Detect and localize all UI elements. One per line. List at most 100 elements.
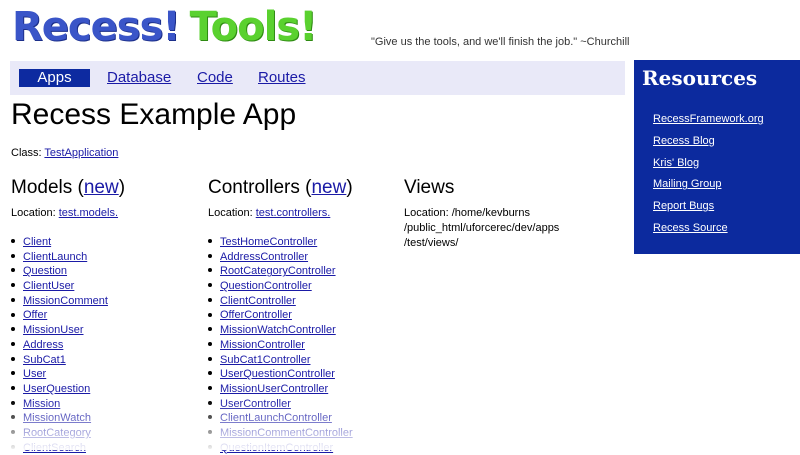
- resource-link[interactable]: Recess Blog: [653, 135, 715, 147]
- bullet-icon: [11, 268, 15, 273]
- views-location-line: Location: /home/kevburns: [404, 207, 530, 219]
- model-link[interactable]: MissionUser: [23, 324, 84, 336]
- controller-link[interactable]: ClientLaunchController: [220, 412, 332, 424]
- bullet-icon: [208, 239, 212, 244]
- controller-item: MissionController: [208, 338, 353, 353]
- controller-item: ClientController: [208, 294, 353, 309]
- class-link[interactable]: TestApplication: [44, 147, 118, 159]
- views-section: Views Location: /home/kevburns /public_h…: [404, 177, 559, 251]
- bullet-icon: [11, 371, 15, 376]
- resource-link[interactable]: RecessFramework.org: [653, 113, 764, 125]
- top-nav: Apps Database Code Routes: [10, 61, 625, 95]
- bullet-icon: [208, 385, 212, 390]
- controller-link[interactable]: MissionWatchController: [220, 324, 336, 336]
- bottom-fade: [0, 400, 800, 450]
- models-location-label: Location:: [11, 207, 56, 219]
- new-model-link[interactable]: new: [84, 177, 119, 198]
- nav-routes[interactable]: Routes: [258, 69, 306, 89]
- bullet-icon: [208, 268, 212, 273]
- resource-link[interactable]: Report Bugs: [653, 200, 714, 212]
- model-link[interactable]: ClientSearch: [23, 442, 86, 454]
- controller-link[interactable]: SubCat1Controller: [220, 354, 311, 366]
- bullet-icon: [11, 385, 15, 390]
- bullet-icon: [11, 327, 15, 332]
- bullet-icon: [208, 341, 212, 346]
- models-heading-end: ): [118, 177, 126, 198]
- model-link[interactable]: Question: [23, 265, 67, 277]
- controller-link[interactable]: MissionController: [220, 339, 305, 351]
- controller-link[interactable]: ClientController: [220, 295, 296, 307]
- nav-database[interactable]: Database: [107, 69, 171, 89]
- resource-link[interactable]: Mailing Group: [653, 178, 721, 190]
- bullet-icon: [208, 444, 212, 449]
- controller-item: ClientLaunchController: [208, 411, 353, 426]
- model-item: Question: [11, 264, 108, 279]
- controller-link[interactable]: UserQuestionController: [220, 368, 335, 380]
- controller-link[interactable]: TestHomeController: [220, 236, 317, 248]
- bullet-icon: [11, 239, 15, 244]
- model-link[interactable]: MissionWatch: [23, 412, 91, 424]
- controller-item: SubCat1Controller: [208, 353, 353, 368]
- resource-link[interactable]: Kris' Blog: [653, 157, 699, 169]
- controller-item: TestHomeController: [208, 235, 353, 250]
- controllers-location-label: Location:: [208, 207, 253, 219]
- controller-link[interactable]: MissionCommentController: [220, 427, 353, 439]
- controller-link[interactable]: MissionUserController: [220, 383, 328, 395]
- model-link[interactable]: Client: [23, 236, 51, 248]
- resources-sidebar: Resources RecessFramework.org Recess Blog…: [634, 60, 800, 254]
- controllers-heading-end: ): [346, 177, 353, 198]
- controller-item: UserController: [208, 397, 353, 412]
- bullet-icon: [208, 356, 212, 361]
- bullet-icon: [208, 253, 212, 258]
- bullet-icon: [208, 297, 212, 302]
- models-heading-text: Models (: [11, 177, 84, 198]
- model-link[interactable]: Mission: [23, 398, 60, 410]
- bullet-icon: [11, 341, 15, 346]
- model-item: ClientUser: [11, 279, 108, 294]
- model-link[interactable]: Offer: [23, 309, 47, 321]
- controller-link[interactable]: QuestionController: [220, 280, 312, 292]
- bullet-icon: [11, 415, 15, 420]
- page-title: Recess Example App: [11, 98, 297, 131]
- views-heading: Views: [404, 177, 455, 198]
- views-location: Location: /home/kevburns /public_html/uf…: [404, 206, 559, 251]
- model-item: MissionUser: [11, 323, 108, 338]
- resource-link[interactable]: Recess Source: [653, 222, 728, 234]
- models-location-link[interactable]: test.models.: [59, 207, 118, 219]
- new-controller-link[interactable]: new: [311, 177, 346, 198]
- controller-link[interactable]: UserController: [220, 398, 291, 410]
- controllers-location-link[interactable]: test.controllers.: [256, 207, 331, 219]
- controller-link[interactable]: RootCategoryController: [220, 265, 336, 277]
- bullet-icon: [208, 283, 212, 288]
- model-link[interactable]: ClientLaunch: [23, 251, 87, 263]
- model-link[interactable]: UserQuestion: [23, 383, 90, 395]
- logo: Recess! Tools!: [12, 4, 317, 54]
- model-link[interactable]: User: [23, 368, 46, 380]
- views-location-line: /public_html/uforcerec/dev/apps: [404, 222, 560, 234]
- controller-link[interactable]: OfferController: [220, 309, 292, 321]
- controller-link[interactable]: QuestionItemController: [220, 442, 333, 454]
- model-item: User: [11, 367, 108, 382]
- controller-item: MissionWatchController: [208, 323, 353, 338]
- model-link[interactable]: MissionComment: [23, 295, 108, 307]
- models-location: Location: test.models.: [11, 206, 125, 221]
- model-item: Client: [11, 235, 108, 250]
- nav-code[interactable]: Code: [197, 69, 233, 89]
- nav-apps[interactable]: Apps: [19, 69, 90, 87]
- models-list: Client ClientLaunch Question ClientUser Miss…: [11, 235, 108, 455]
- models-heading: Models (new): [11, 177, 125, 199]
- controller-link[interactable]: AddressController: [220, 251, 308, 263]
- controller-item: MissionCommentController: [208, 426, 353, 441]
- model-item: MissionComment: [11, 294, 108, 309]
- model-link[interactable]: SubCat1: [23, 354, 66, 366]
- model-link[interactable]: ClientUser: [23, 280, 74, 292]
- model-link[interactable]: RootCategory: [23, 427, 91, 439]
- model-link[interactable]: Address: [23, 339, 63, 351]
- bullet-icon: [11, 253, 15, 258]
- controller-item: QuestionController: [208, 279, 353, 294]
- controller-item: QuestionItemController: [208, 441, 353, 455]
- bullet-icon: [208, 400, 212, 405]
- bullet-icon: [11, 312, 15, 317]
- controllers-heading: Controllers (new): [208, 177, 353, 199]
- controllers-location: Location: test.controllers.: [208, 206, 353, 221]
